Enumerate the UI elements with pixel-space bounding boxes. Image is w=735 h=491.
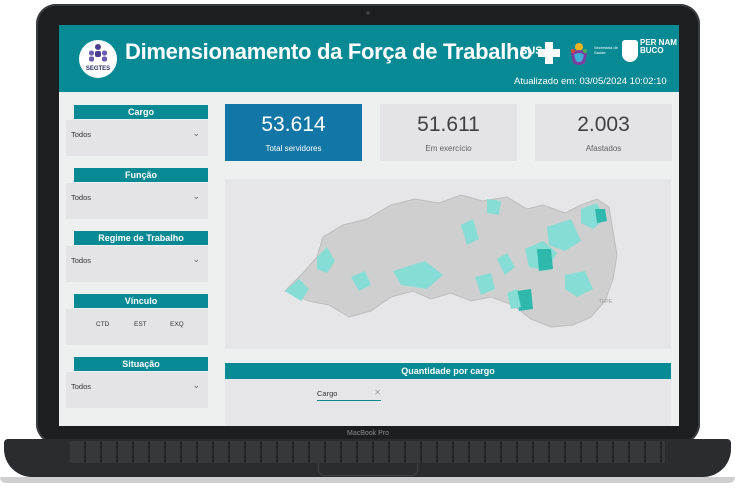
filter-vinculo: Vínculo CTD EST EXQ (66, 294, 208, 346)
vinculo-option-ctd[interactable]: CTD (96, 321, 109, 328)
kpi-total-label: Total servidores (265, 144, 322, 153)
kpi-total-value: 53.614 (261, 113, 326, 136)
pernambuco-map-panel[interactable]: TEPE (225, 179, 671, 349)
keyboard-hinge (70, 441, 665, 463)
kpi-exercicio-label: Em exercício (425, 144, 472, 153)
kpi-total-servidores: 53.614 Total servidores (225, 104, 362, 161)
filter-regime-value: Todos (71, 256, 92, 265)
people-icon (88, 44, 108, 62)
segtes-logo: SEGTES (79, 40, 117, 78)
filter-situacao-label: Situação (74, 357, 208, 371)
filter-regime-dropdown[interactable]: Todos ⌄ (66, 246, 208, 282)
filter-cargo-dropdown[interactable]: Todos ⌄ (66, 120, 208, 156)
filter-cargo: Cargo Todos ⌄ (66, 105, 208, 157)
dashboard-screen: SEGTES Dimensionamento da Força de Traba… (59, 25, 679, 426)
filter-sidebar: Cargo Todos ⌄ Função Todos ⌄ Regime de T… (66, 100, 214, 420)
region-teal-5 (487, 199, 501, 215)
trackpad-notch (318, 463, 418, 476)
cargo-slicer-chip[interactable]: Cargo ✕ (317, 388, 381, 401)
pernambuco-map (284, 194, 618, 328)
device-brand-label: MacBook Pro (346, 430, 390, 437)
kpi-afastados-label: Afastados (585, 144, 622, 153)
filter-funcao-value: Todos (71, 193, 92, 202)
vinculo-option-est[interactable]: EST (134, 321, 147, 328)
filter-cargo-label: Cargo (74, 105, 208, 119)
filter-vinculo-label: Vínculo (74, 294, 208, 308)
filter-funcao-dropdown[interactable]: Todos ⌄ (66, 183, 208, 219)
kpi-afastados-value: 2.003 (577, 113, 630, 136)
filter-situacao-value: Todos (71, 382, 92, 391)
region-dark-1 (537, 249, 553, 271)
kpi-em-exercicio: 51.611 Em exercício (380, 104, 517, 161)
quantity-panel-title: Quantidade por cargo (225, 363, 671, 379)
secretaria-label: Secretaria de Saúde (594, 45, 618, 55)
chevron-down-icon: ⌄ (192, 129, 200, 139)
pernambuco-crest-icon (622, 40, 638, 62)
filter-situacao-dropdown[interactable]: Todos ⌄ (66, 372, 208, 408)
chevron-down-icon: ⌄ (192, 255, 200, 265)
base-shadow (0, 477, 735, 483)
chevron-down-icon: ⌄ (192, 381, 200, 391)
filter-funcao: Função Todos ⌄ (66, 168, 208, 220)
map-region-label: TEPE (599, 299, 613, 305)
filter-cargo-value: Todos (71, 130, 92, 139)
filter-situacao: Situação Todos ⌄ (66, 357, 208, 409)
quantity-panel-body: Cargo ✕ (225, 379, 671, 426)
secretaria-logo-icon (571, 43, 587, 65)
close-icon[interactable]: ✕ (374, 388, 381, 397)
header-bar: SEGTES Dimensionamento da Força de Traba… (59, 25, 679, 92)
region-dark-2 (595, 209, 607, 223)
kpi-exercicio-value: 51.611 (417, 113, 480, 136)
camera-icon (366, 11, 370, 15)
filter-regime: Regime de Trabalho Todos ⌄ (66, 231, 208, 283)
page-title: Dimensionamento da Força de Trabalho (125, 39, 533, 64)
chevron-down-icon: ⌄ (192, 192, 200, 202)
kpi-afastados: 2.003 Afastados (535, 104, 672, 161)
vinculo-option-exq[interactable]: EXQ (170, 321, 184, 328)
pernambuco-logo-text: PER NAM BUCO (640, 38, 677, 55)
filter-funcao-label: Função (74, 168, 208, 182)
cargo-chip-label: Cargo (317, 389, 338, 398)
logo-text: SEGTES (85, 66, 111, 72)
filter-vinculo-options: CTD EST EXQ (66, 309, 208, 345)
sus-cross-icon (538, 42, 560, 64)
updated-timestamp: Atualizado em: 03/05/2024 10:02:10 (514, 76, 667, 87)
filter-regime-label: Regime de Trabalho (74, 231, 208, 245)
